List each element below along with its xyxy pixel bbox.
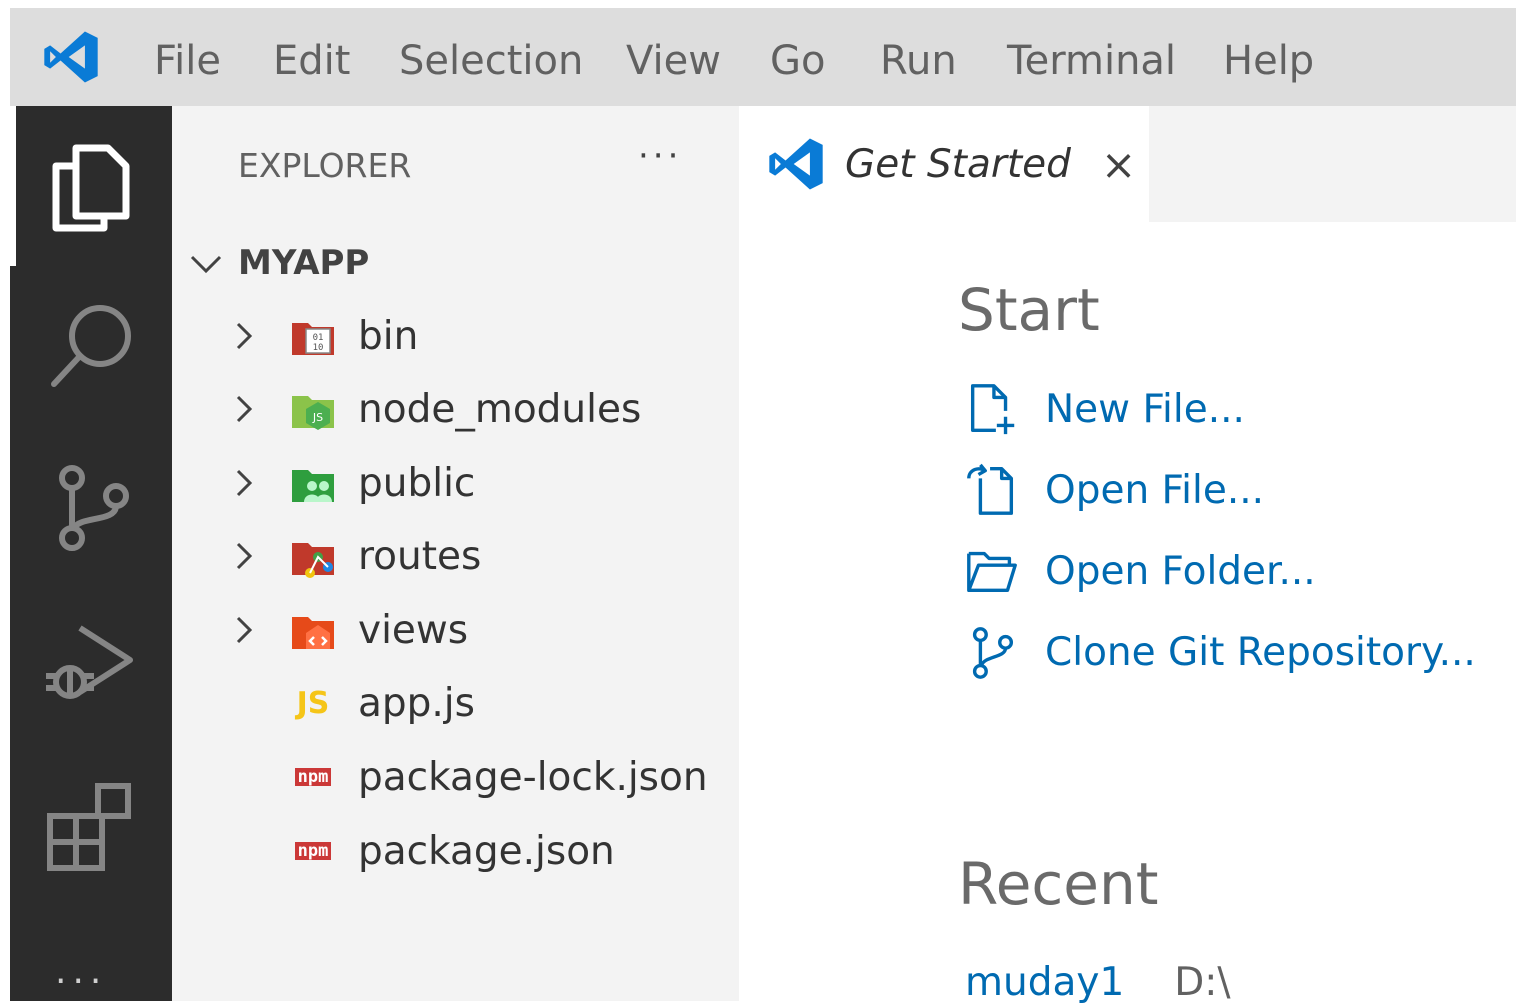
explorer-sidebar: EXPLORER ··· MYAPP 01 10 bin JS node_modu… [172, 106, 739, 1001]
tree-item-node-modules[interactable]: JS node_modules [228, 379, 641, 439]
editor-tab-bar: Get Started × [739, 106, 1516, 222]
tree-item-label: views [358, 607, 469, 653]
close-icon[interactable]: × [1101, 140, 1136, 189]
tree-item-label: routes [358, 533, 482, 579]
clone-git-repository-link[interactable]: Clone Git Repository... [963, 625, 1476, 679]
tree-item-label: node_modules [358, 386, 642, 432]
menu-selection[interactable]: Selection [399, 36, 583, 86]
activity-bar: ··· [10, 106, 172, 1002]
recent-item-path: D:\ [1174, 960, 1231, 1005]
svg-text:01: 01 [313, 333, 324, 343]
open-file-link[interactable]: Open File... [963, 463, 1264, 517]
tree-item-label: package.json [358, 828, 615, 874]
npm-badge: npm [294, 768, 332, 786]
start-heading: Start [958, 276, 1100, 344]
chevron-right-icon [236, 616, 253, 644]
vscode-logo-icon [769, 138, 823, 190]
folder-root-label: MYAPP [238, 243, 370, 283]
menu-terminal[interactable]: Terminal [1007, 36, 1176, 86]
chevron-right-icon [236, 469, 253, 497]
new-file-link[interactable]: New File... [963, 382, 1245, 436]
extensions-icon[interactable] [40, 776, 140, 876]
search-icon[interactable] [40, 296, 140, 396]
tree-item-label: app.js [358, 680, 475, 726]
more-actions-icon[interactable]: ··· [55, 961, 107, 1002]
title-bar: File Edit Selection View Go Run Terminal… [10, 8, 1516, 106]
tab-label: Get Started [845, 141, 1071, 187]
new-file-icon [970, 384, 1015, 435]
routes-folder-icon [288, 531, 338, 581]
welcome-page: Start New File... Open File... Open Fold… [739, 222, 1516, 1005]
link-label: Clone Git Repository... [1045, 629, 1476, 675]
chevron-down-icon [190, 255, 222, 274]
recent-item[interactable]: muday1 D:\ [965, 960, 1231, 1005]
js-badge: JS [296, 685, 330, 721]
public-folder-icon [288, 458, 338, 508]
open-folder-link[interactable]: Open Folder... [963, 544, 1316, 598]
menu-view[interactable]: View [626, 36, 721, 86]
chevron-right-icon [236, 542, 253, 570]
views-folder-icon [288, 605, 338, 655]
link-label: Open Folder... [1045, 548, 1316, 594]
tree-item-routes[interactable]: routes [228, 526, 481, 586]
svg-text:JS: JS [312, 411, 323, 424]
tree-item-label: bin [358, 313, 419, 359]
tree-item-app-js[interactable]: JS app.js [228, 673, 475, 733]
tab-get-started[interactable]: Get Started × [739, 106, 1149, 222]
tree-item-label: public [358, 460, 476, 506]
npm-file-icon: npm [288, 752, 338, 802]
menu-go[interactable]: Go [770, 36, 825, 86]
recent-item-name[interactable]: muday1 [965, 960, 1124, 1005]
node-folder-icon: JS [288, 384, 338, 434]
vscode-logo-icon [44, 31, 98, 83]
run-debug-icon[interactable] [40, 616, 140, 716]
chevron-right-icon [236, 395, 253, 423]
tree-item-public[interactable]: public [228, 453, 475, 513]
folder-root[interactable]: MYAPP [186, 238, 369, 288]
menu-run[interactable]: Run [880, 36, 957, 86]
menu-edit[interactable]: Edit [273, 36, 350, 86]
chevron-right-icon [236, 322, 253, 350]
git-branch-icon [972, 627, 1014, 679]
menu-help[interactable]: Help [1223, 36, 1314, 86]
active-indicator [10, 106, 16, 266]
bin-folder-icon: 01 10 [288, 311, 338, 361]
link-label: Open File... [1045, 467, 1265, 513]
open-folder-icon [967, 551, 1017, 593]
svg-text:10: 10 [313, 343, 324, 353]
tree-item-package-lock-json[interactable]: npm package-lock.json [228, 747, 708, 807]
open-file-icon [967, 463, 1014, 515]
npm-badge: npm [294, 842, 332, 860]
explorer-icon[interactable] [40, 136, 140, 236]
explorer-title: EXPLORER [238, 146, 412, 185]
explorer-more-icon[interactable]: ··· [638, 136, 682, 176]
tree-item-label: package-lock.json [358, 754, 708, 800]
js-file-icon: JS [288, 678, 338, 728]
recent-heading: Recent [958, 850, 1159, 918]
tree-item-bin[interactable]: 01 10 bin [228, 306, 418, 366]
source-control-icon[interactable] [40, 456, 140, 556]
link-label: New File... [1045, 386, 1245, 432]
menu-file[interactable]: File [154, 36, 221, 86]
npm-file-icon: npm [288, 826, 338, 876]
tree-item-views[interactable]: views [228, 600, 468, 660]
tree-item-package-json[interactable]: npm package.json [228, 821, 615, 881]
